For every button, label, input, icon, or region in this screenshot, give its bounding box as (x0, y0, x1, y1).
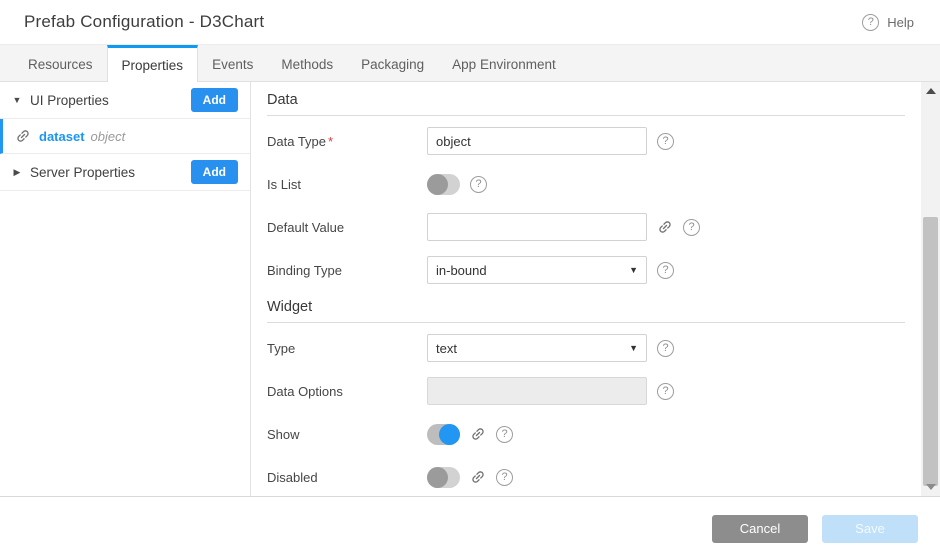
scroll-down-icon[interactable] (926, 484, 936, 490)
add-server-property-button[interactable]: Add (191, 160, 238, 184)
field-row-is-list: Is List (267, 170, 905, 198)
question-circle-icon[interactable] (470, 176, 487, 193)
prefab-configuration-dialog: Prefab Configuration - D3Chart Help Reso… (0, 0, 940, 560)
data-options-label: Data Options (267, 384, 427, 399)
help-label: Help (887, 15, 914, 30)
widget-type-select[interactable]: text (427, 334, 647, 362)
required-marker: * (328, 134, 333, 149)
binding-type-selected-value: in-bound (436, 263, 487, 278)
link-icon (15, 128, 31, 144)
widget-type-selected-value: text (436, 341, 457, 356)
add-ui-property-button[interactable]: Add (191, 88, 238, 112)
vertical-scrollbar[interactable] (921, 82, 940, 496)
tab-app-environment[interactable]: App Environment (438, 45, 570, 81)
field-row-data-options: Data Options (267, 377, 905, 405)
toggle-knob (427, 174, 448, 195)
caret-down-icon (629, 265, 638, 275)
binding-type-select[interactable]: in-bound (427, 256, 647, 284)
field-row-disabled: Disabled (267, 463, 905, 491)
show-label: Show (267, 427, 427, 442)
disabled-toggle[interactable] (427, 467, 460, 488)
question-circle-icon[interactable] (657, 340, 674, 357)
tab-bar: Resources Properties Events Methods Pack… (0, 44, 940, 82)
question-circle-icon[interactable] (683, 219, 700, 236)
ui-properties-label: UI Properties (30, 93, 191, 108)
link-icon[interactable] (470, 469, 486, 485)
tab-resources[interactable]: Resources (14, 45, 107, 81)
data-options-input (427, 377, 647, 405)
caret-right-icon (11, 167, 23, 178)
question-circle-icon (862, 14, 879, 31)
show-toggle[interactable] (427, 424, 460, 445)
widget-section-heading: Widget (267, 299, 905, 323)
field-row-show: Show (267, 420, 905, 448)
caret-down-icon (629, 343, 638, 353)
type-label: Type (267, 341, 427, 356)
sidebar-section-ui-properties[interactable]: UI Properties Add (0, 82, 250, 119)
default-value-input[interactable] (427, 213, 647, 241)
toggle-knob (439, 424, 460, 445)
field-row-data-type: Data Type* (267, 127, 905, 155)
is-list-label: Is List (267, 177, 427, 192)
properties-sidebar: UI Properties Add dataset object Server … (0, 82, 251, 496)
binding-type-label: Binding Type (267, 263, 427, 278)
scrollbar-thumb[interactable] (923, 217, 938, 486)
link-icon[interactable] (470, 426, 486, 442)
dataset-property-type: object (91, 129, 126, 144)
property-form-panel: Data Data Type* Is List Default Value (251, 82, 921, 496)
save-button[interactable]: Save (822, 515, 918, 543)
question-circle-icon[interactable] (657, 133, 674, 150)
tab-properties[interactable]: Properties (107, 45, 199, 82)
disabled-label: Disabled (267, 470, 427, 485)
tab-packaging[interactable]: Packaging (347, 45, 438, 81)
help-link[interactable]: Help (862, 14, 914, 31)
link-icon[interactable] (657, 219, 673, 235)
default-value-label: Default Value (267, 220, 427, 235)
scroll-up-icon[interactable] (926, 88, 936, 94)
page-title: Prefab Configuration - D3Chart (24, 12, 264, 32)
sidebar-section-server-properties[interactable]: Server Properties Add (0, 154, 250, 191)
caret-down-icon (11, 95, 23, 105)
question-circle-icon[interactable] (496, 469, 513, 486)
dialog-header: Prefab Configuration - D3Chart Help (0, 0, 940, 44)
server-properties-label: Server Properties (30, 165, 191, 180)
field-row-type: Type text (267, 334, 905, 362)
dialog-body: UI Properties Add dataset object Server … (0, 82, 940, 497)
question-circle-icon[interactable] (657, 262, 674, 279)
data-section-heading: Data (267, 92, 905, 116)
tab-methods[interactable]: Methods (267, 45, 347, 81)
toggle-knob (427, 467, 448, 488)
data-type-input[interactable] (427, 127, 647, 155)
data-type-label: Data Type* (267, 134, 427, 149)
tab-events[interactable]: Events (198, 45, 267, 81)
cancel-button[interactable]: Cancel (712, 515, 808, 543)
field-row-binding-type: Binding Type in-bound (267, 256, 905, 284)
dataset-property-name: dataset (39, 129, 85, 144)
field-row-default-value: Default Value (267, 213, 905, 241)
is-list-toggle[interactable] (427, 174, 460, 195)
dialog-footer: Cancel Save (0, 497, 940, 560)
question-circle-icon[interactable] (657, 383, 674, 400)
sidebar-item-dataset[interactable]: dataset object (0, 119, 250, 154)
question-circle-icon[interactable] (496, 426, 513, 443)
